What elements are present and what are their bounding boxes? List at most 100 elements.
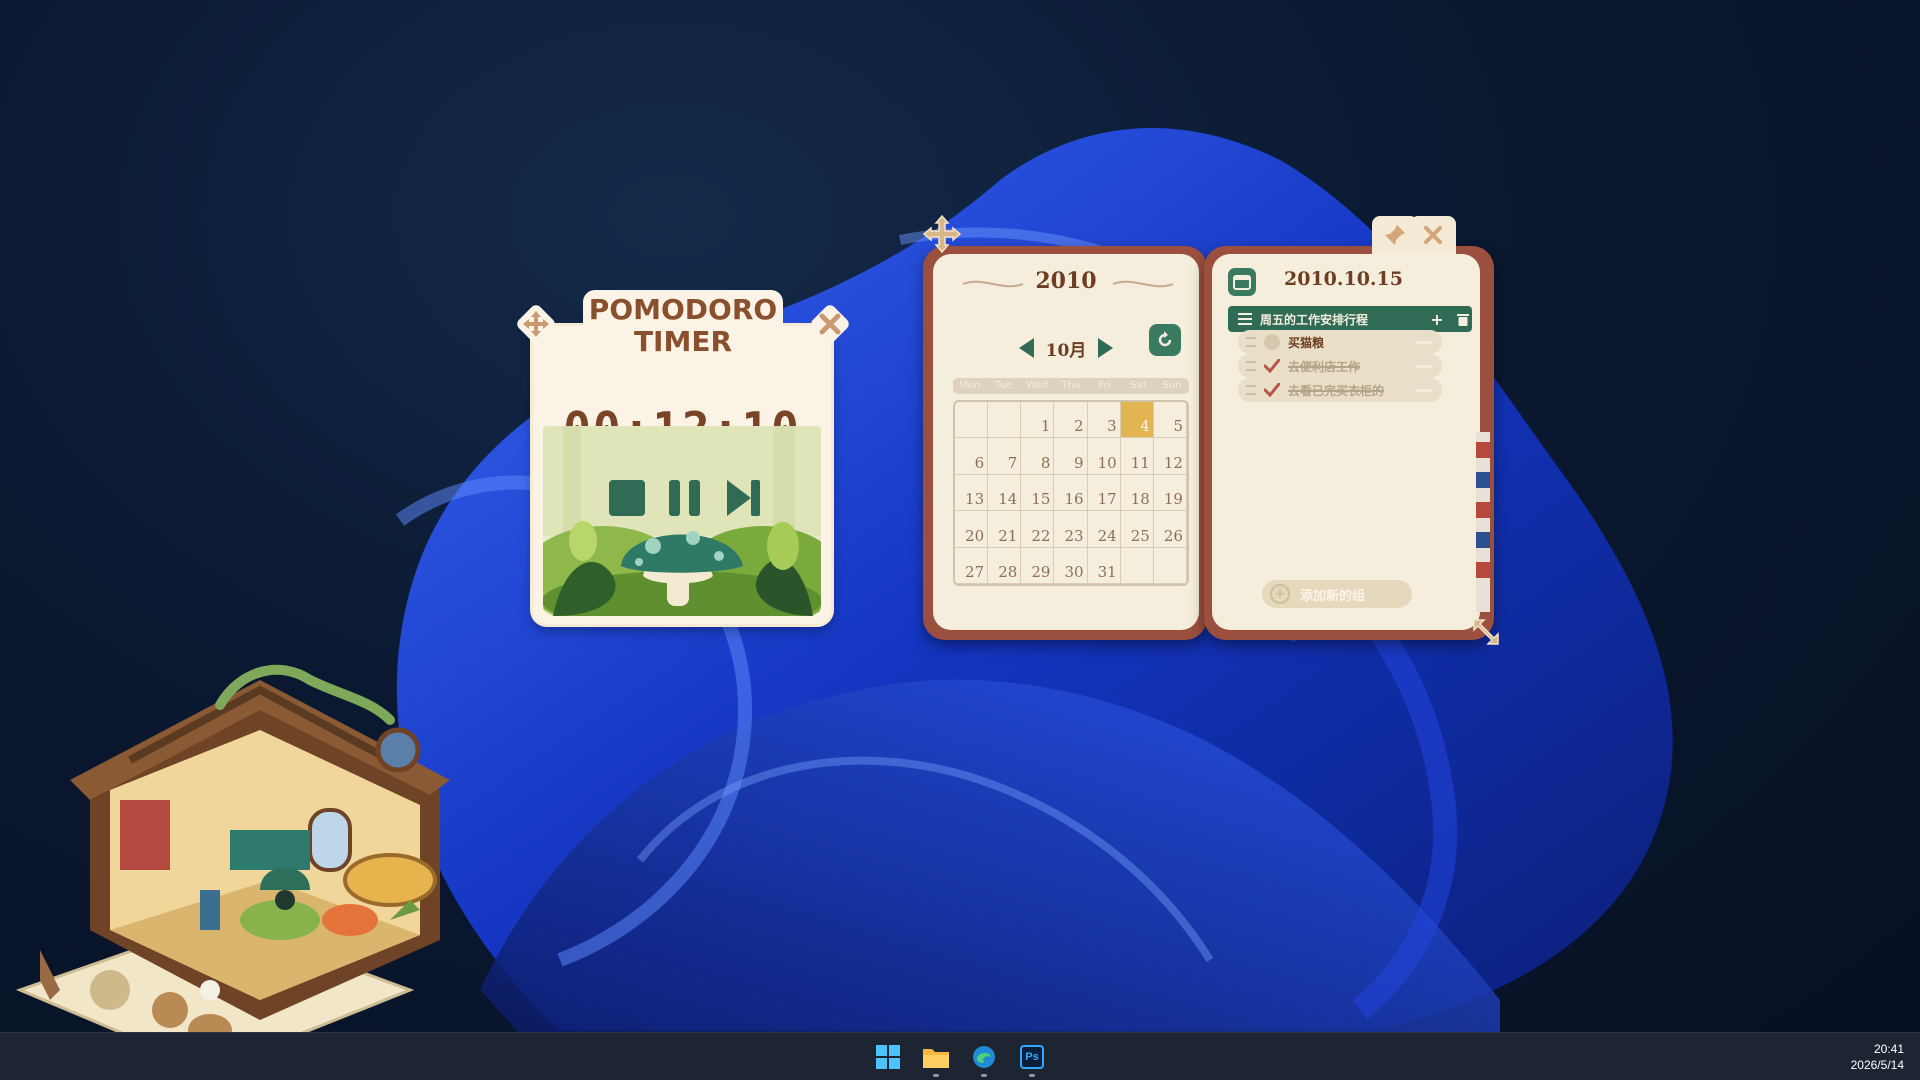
remove-item-button[interactable] — [1416, 388, 1432, 392]
calendar-todo-widget: 2010 10月 Mon Tue Wed Thu Fri Sat Sun 123456789… — [920, 212, 1500, 645]
move-icon[interactable] — [920, 212, 964, 256]
weekday-label: Wed — [1026, 380, 1049, 391]
start-button[interactable] — [870, 1039, 906, 1075]
calendar-day[interactable]: 2 — [1054, 402, 1088, 439]
todo-item-text: 去便利店工作 — [1288, 359, 1361, 374]
photoshop-icon: Ps — [1020, 1045, 1044, 1069]
refresh-icon — [1158, 331, 1172, 347]
calendar-day[interactable]: 20 — [955, 511, 989, 548]
stop-button[interactable] — [605, 476, 649, 520]
close-button[interactable] — [1410, 216, 1456, 254]
add-task-button[interactable]: + — [1428, 310, 1446, 329]
calendar-day[interactable]: 28 — [988, 547, 1022, 584]
calendar-day[interactable]: 14 — [988, 474, 1022, 512]
calendar-day[interactable]: 19 — [1153, 474, 1187, 512]
todo-group-header: 周五的工作安排行程 + — [1228, 306, 1472, 332]
calendar-day[interactable]: 1 — [1021, 402, 1055, 439]
calendar-day[interactable]: 11 — [1120, 438, 1154, 475]
calendar-day[interactable]: 15 — [1021, 474, 1055, 512]
calendar-month: 10月 — [1045, 340, 1087, 361]
remove-item-button[interactable] — [1416, 340, 1432, 344]
calendar-day[interactable]: 31 — [1087, 547, 1121, 584]
drag-handle-icon[interactable] — [1246, 361, 1256, 371]
calendar-day[interactable]: 16 — [1054, 474, 1088, 512]
file-explorer-button[interactable] — [918, 1039, 954, 1077]
calendar-day[interactable]: 4 — [1120, 402, 1154, 439]
checkmark-icon — [1264, 359, 1280, 373]
calendar-day[interactable]: 23 — [1054, 511, 1088, 548]
todo-item[interactable]: 买猫粮 — [1238, 330, 1442, 354]
previous-month-button[interactable] — [1018, 338, 1034, 358]
cottage-illustration — [15, 664, 450, 1072]
pomodoro-title-tab: POMODORO TIMER — [583, 290, 783, 358]
calendar-day[interactable]: 9 — [1054, 438, 1088, 475]
stop-icon — [609, 480, 645, 516]
calendar-day[interactable]: 18 — [1120, 474, 1154, 512]
photoshop-button[interactable]: Ps — [1014, 1039, 1050, 1077]
calendar-empty-cell — [955, 402, 989, 439]
taskbar-icons: Ps — [870, 1039, 1050, 1077]
move-icon[interactable] — [517, 305, 555, 343]
calendar-grid: 1 2 3 4 5 6 7 8 9 10 11 12 13 14 15 16 17 18 19 20 21 22 23 24 2… — [953, 400, 1189, 586]
pomodoro-card: 00:12:10 — [533, 326, 831, 624]
add-group-button[interactable]: + 添加新的组 — [1262, 580, 1412, 608]
calendar-day[interactable]: 7 — [988, 438, 1022, 475]
calendar-day[interactable]: 12 — [1153, 438, 1187, 475]
calendar-empty-cell — [1153, 547, 1187, 584]
checkbox-checked[interactable] — [1264, 358, 1280, 374]
pomodoro-controls — [605, 476, 765, 520]
skip-next-button[interactable] — [721, 476, 765, 520]
photoshop-label: Ps — [1025, 1051, 1039, 1063]
todo-group-title: 周五的工作安排行程 — [1260, 312, 1369, 327]
calendar-day[interactable]: 6 — [955, 438, 989, 475]
delete-group-button[interactable] — [1454, 310, 1472, 328]
calendar-day[interactable]: 21 — [988, 511, 1022, 548]
calendar-day[interactable]: 17 — [1087, 474, 1121, 512]
calendar-day[interactable]: 25 — [1120, 511, 1154, 548]
resize-icon[interactable] — [1468, 614, 1504, 650]
weekday-label: Tue — [995, 380, 1013, 391]
weekday-header: Mon Tue Wed Thu Fri Sat Sun — [953, 378, 1189, 394]
reset-today-button[interactable] — [1149, 324, 1181, 356]
checkbox-checked[interactable] — [1264, 382, 1280, 398]
calendar-day[interactable]: 24 — [1087, 511, 1121, 548]
edge-browser-button[interactable] — [966, 1039, 1002, 1077]
clock-date: 2026/5/14 — [1850, 1058, 1904, 1072]
trash-icon — [1457, 313, 1469, 326]
calendar-empty-cell — [1120, 547, 1154, 584]
file-explorer-icon — [923, 1049, 949, 1068]
todo-item[interactable]: 去便利店工作 — [1238, 354, 1442, 378]
calendar-day[interactable]: 13 — [955, 474, 989, 512]
calendar-day[interactable]: 27 — [955, 547, 989, 584]
system-clock[interactable]: 20:41 2026/5/14 — [1851, 1041, 1904, 1073]
drag-handle-icon[interactable] — [1246, 337, 1256, 347]
calendar-day[interactable]: 22 — [1021, 511, 1055, 548]
todo-item[interactable]: 去看已完买衣柜的 — [1238, 378, 1442, 402]
calendar-day[interactable]: 26 — [1153, 511, 1187, 548]
checkmark-icon — [1264, 383, 1280, 397]
calendar-day[interactable]: 29 — [1021, 547, 1055, 584]
bookmark-ribbon — [1476, 432, 1490, 612]
calendar-empty-cell — [988, 402, 1022, 439]
menu-icon[interactable] — [1238, 313, 1252, 325]
close-icon[interactable] — [811, 305, 849, 343]
calendar-day[interactable]: 30 — [1054, 547, 1088, 584]
calendar-icon — [1228, 268, 1256, 296]
calendar-day[interactable]: 3 — [1087, 402, 1121, 439]
running-indicator — [1029, 1074, 1035, 1077]
pause-button[interactable] — [663, 476, 707, 520]
pomodoro-widget: 00:12:10 — [517, 290, 849, 625]
skip-next-icon — [727, 480, 760, 516]
running-indicator — [981, 1074, 987, 1077]
calendar-paper: 2010 10月 Mon Tue Wed Thu Fri Sat Sun 123456789… — [933, 254, 1199, 630]
checkbox-unchecked[interactable] — [1264, 334, 1280, 350]
remove-item-button[interactable] — [1416, 364, 1432, 368]
next-month-button[interactable] — [1098, 338, 1114, 358]
calendar-day[interactable]: 8 — [1021, 438, 1055, 475]
calendar-day[interactable]: 5 — [1153, 402, 1187, 439]
drag-handle-icon[interactable] — [1246, 385, 1256, 395]
todo-paper: 2010.10.15 周五的工作安排行程 + 买猫粮 去便利店工作 去看已完买衣柜的… — [1212, 254, 1480, 630]
calendar-day[interactable]: 10 — [1087, 438, 1121, 475]
weekday-label: Sun — [1162, 380, 1182, 391]
todo-item-text: 买猫粮 — [1288, 335, 1325, 350]
